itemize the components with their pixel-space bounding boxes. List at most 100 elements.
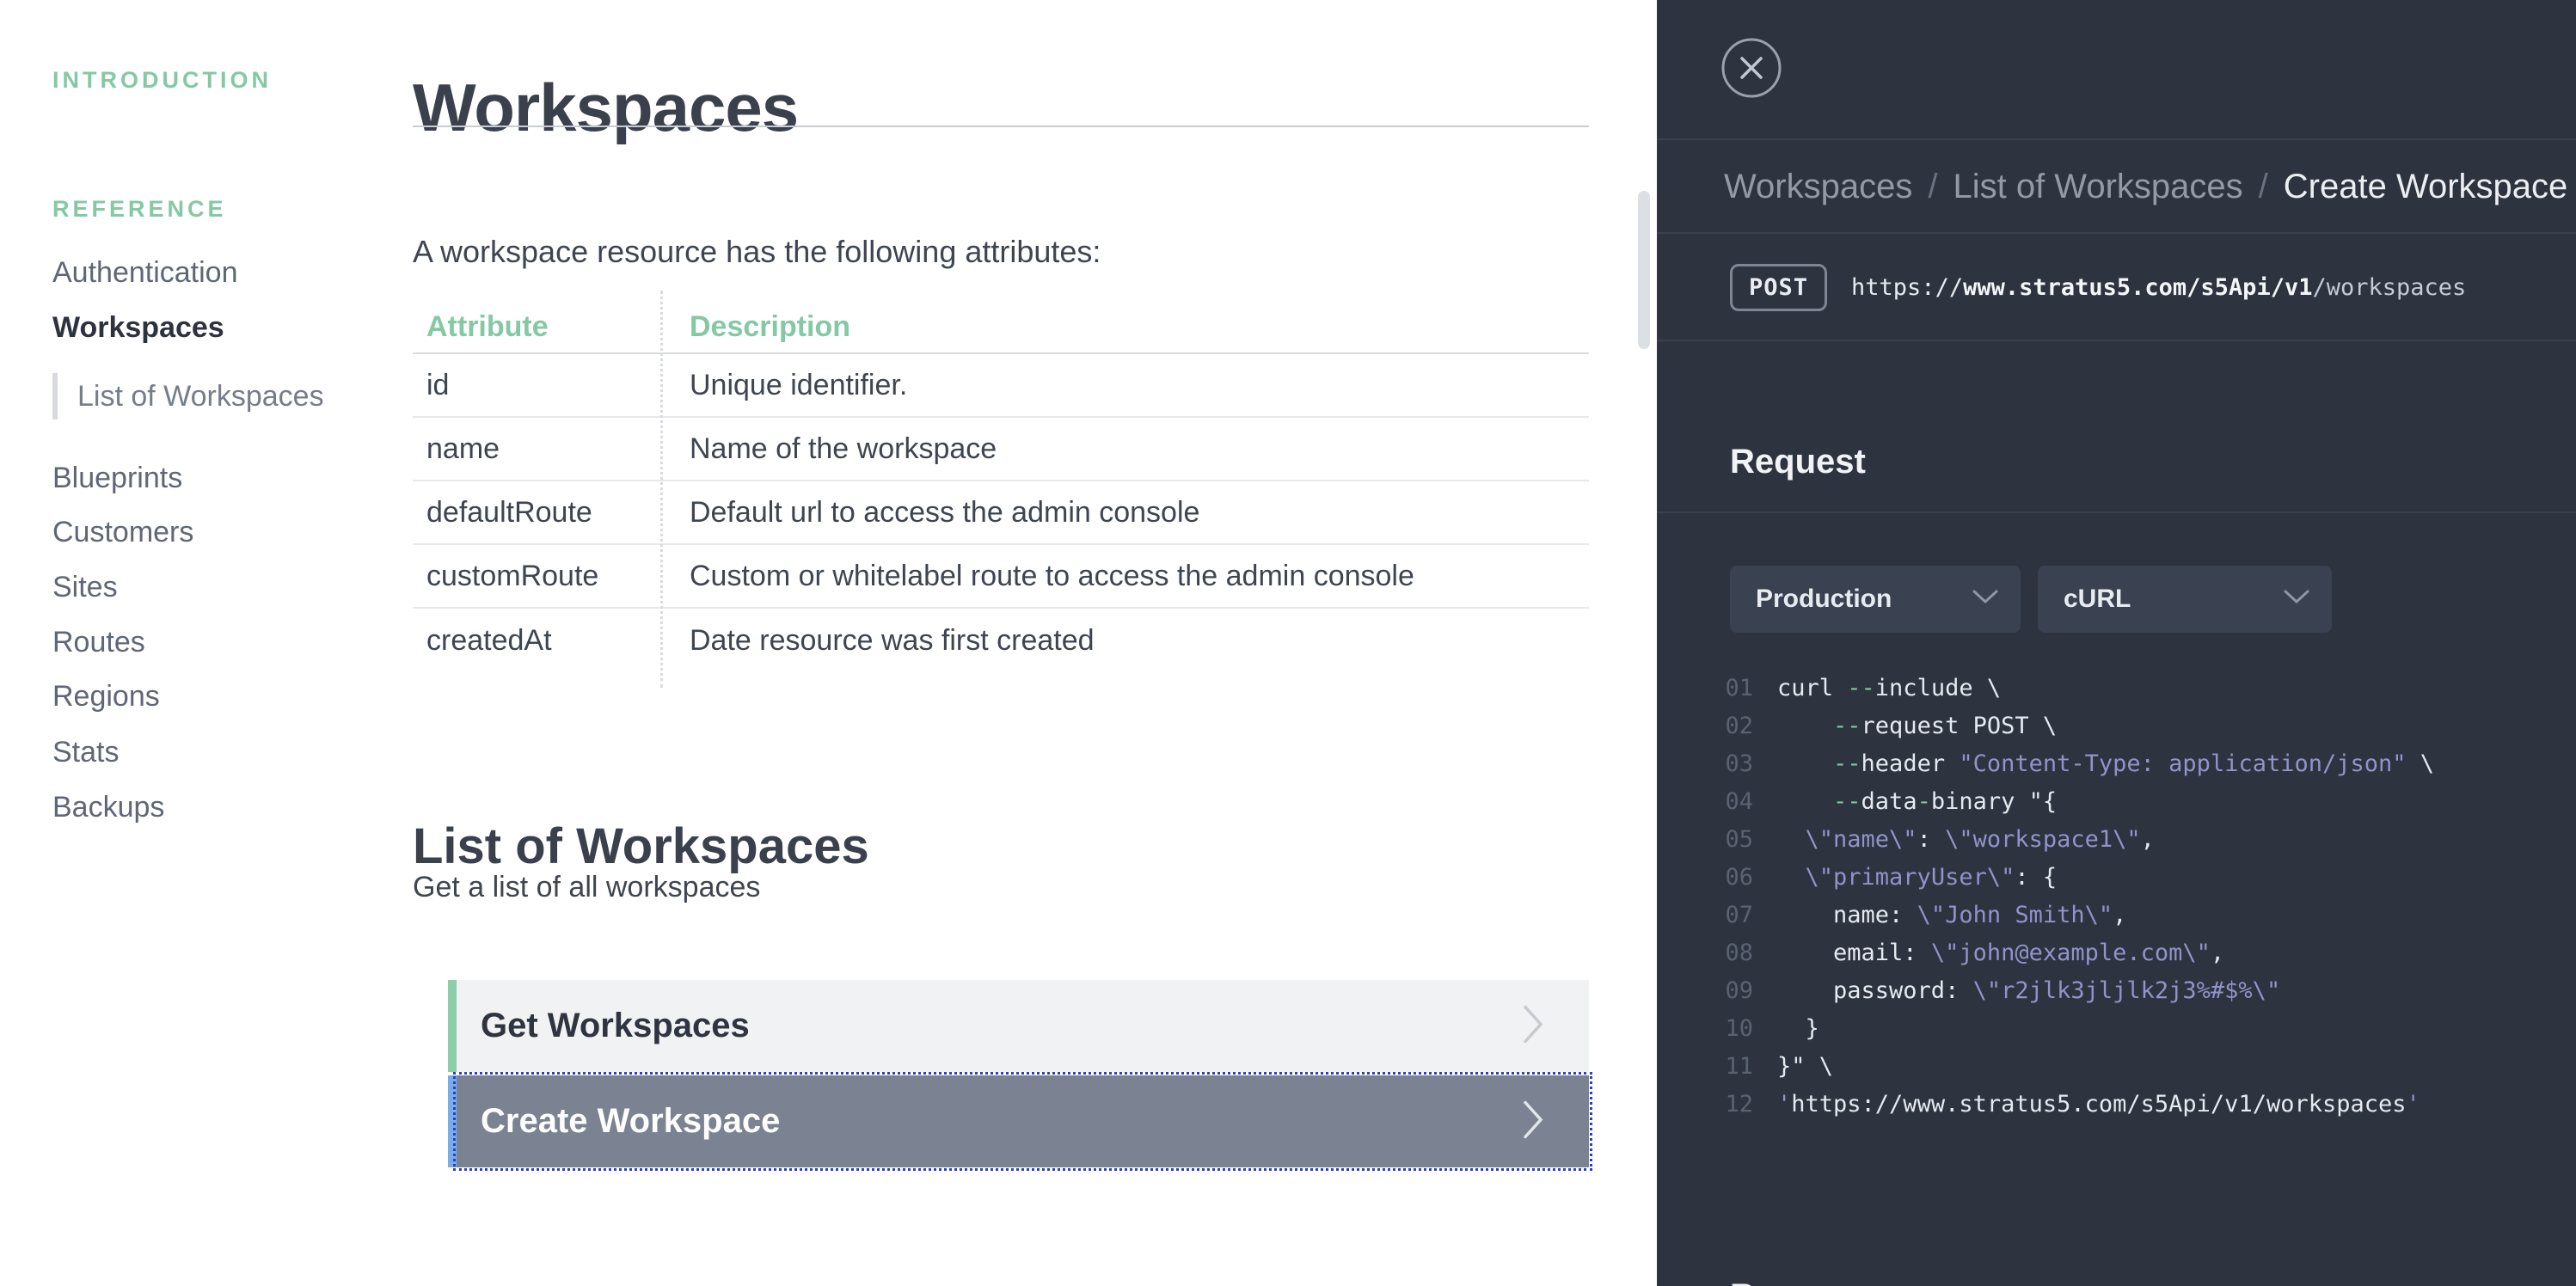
- url-resource: /workspaces: [2312, 274, 2466, 301]
- code-line: 12'https://www.stratus5.com/s5Api/v1/wor…: [1657, 1085, 2576, 1123]
- sidebar-item-authentication[interactable]: Authentication: [52, 254, 238, 291]
- attribute-desc: Unique identifier.: [675, 369, 1589, 402]
- chevron-down-icon: [1972, 590, 1998, 609]
- endpoint-url-row: POST https://www.stratus5.com/s5Api/v1/w…: [1657, 236, 2576, 341]
- breadcrumb-separator: /: [1928, 168, 1937, 206]
- code-line: 06 \"primaryUser\": {: [1657, 858, 2576, 896]
- code-text: --request POST \: [1777, 713, 2057, 739]
- sidebar-item-workspaces[interactable]: Workspaces: [52, 309, 224, 346]
- attribute-name: id: [413, 369, 675, 402]
- environment-dropdown[interactable]: Production: [1730, 566, 2021, 633]
- close-button[interactable]: [1720, 37, 1782, 99]
- sidebar-item-blueprints[interactable]: Blueprints: [52, 459, 182, 497]
- endpoint-create-workspace[interactable]: Create Workspace: [448, 1075, 1589, 1167]
- line-number: 09: [1657, 977, 1753, 1004]
- content-scrollbar-thumb[interactable]: [1638, 191, 1650, 349]
- code-text: --header "Content-Type: application/json…: [1777, 750, 2434, 777]
- code-line: 10 }: [1657, 1009, 2576, 1047]
- line-number: 05: [1657, 826, 1753, 853]
- sidebar-item-regions[interactable]: Regions: [52, 677, 160, 715]
- line-number: 07: [1657, 902, 1753, 928]
- code-line: 04 --data-binary "{: [1657, 782, 2576, 820]
- breadcrumb-list-of-workspaces[interactable]: List of Workspaces: [1953, 168, 2242, 206]
- attribute-desc: Default url to access the admin console: [675, 496, 1589, 530]
- table-header-description: Description: [675, 310, 1589, 344]
- line-number: 06: [1657, 864, 1753, 891]
- code-text: 'https://www.stratus5.com/s5Api/v1/works…: [1777, 1091, 2420, 1118]
- close-icon: [1720, 37, 1782, 99]
- code-text: email: \"john@example.com\",: [1777, 940, 2224, 966]
- sidebar-item-list-of-workspaces[interactable]: List of Workspaces: [77, 380, 324, 413]
- language-selected: cURL: [2064, 585, 2131, 614]
- code-text: }: [1777, 1015, 1819, 1042]
- attribute-desc: Name of the workspace: [675, 432, 1589, 466]
- url-scheme: https://: [1851, 274, 1963, 301]
- code-text: --data-binary "{: [1777, 788, 2057, 815]
- request-config: Production cURL: [1730, 566, 2332, 633]
- code-line: 11 }" \: [1657, 1047, 2576, 1085]
- sidebar-item-backups[interactable]: Backups: [52, 788, 164, 826]
- code-text: name: \"John Smith\",: [1777, 902, 2126, 928]
- breadcrumb-workspaces[interactable]: Workspaces: [1724, 168, 1912, 206]
- sidebar-section-reference: REFERENCE: [52, 196, 227, 223]
- line-number: 11: [1657, 1053, 1753, 1080]
- sidebar-subitem-wrap: List of Workspaces: [52, 373, 324, 419]
- breadcrumb-create-workspace: Create Workspace: [2284, 168, 2568, 206]
- code-line: 09 password: \"r2jlk3jljlk2j3%#$%\": [1657, 971, 2576, 1009]
- endpoint-list: Get Workspaces Create Workspace: [448, 980, 1589, 1167]
- section-subtitle: Get a list of all workspaces: [413, 871, 760, 904]
- endpoint-get-workspaces[interactable]: Get Workspaces: [448, 980, 1589, 1072]
- table-row: name Name of the workspace: [413, 418, 1589, 481]
- table-header-row: Attribute Description: [413, 301, 1589, 354]
- table-row: id Unique identifier.: [413, 354, 1589, 418]
- attribute-name: createdAt: [413, 624, 675, 658]
- attribute-name: defaultRoute: [413, 496, 675, 530]
- code-line: 01 curl --include \: [1657, 669, 2576, 707]
- chevron-down-icon: [2284, 590, 2309, 609]
- sidebar-item-routes[interactable]: Routes: [52, 623, 145, 661]
- table-row: defaultRoute Default url to access the a…: [413, 481, 1589, 545]
- response-heading: Response: [1730, 1277, 1894, 1286]
- table-column-divider: [660, 291, 663, 688]
- attribute-desc: Custom or whitelabel route to access the…: [675, 560, 1589, 593]
- code-block: 01curl --include \02 --request POST \03 …: [1657, 669, 2576, 1123]
- attribute-desc: Date resource was first created: [675, 624, 1589, 658]
- attributes-table: Attribute Description id Unique identifi…: [413, 301, 1589, 672]
- breadcrumb-separator: /: [2259, 168, 2268, 206]
- table-header-attribute: Attribute: [413, 310, 675, 344]
- code-text: \"name\": \"workspace1\",: [1777, 826, 2155, 853]
- code-text: password: \"r2jlk3jljlk2j3%#$%\": [1777, 977, 2280, 1004]
- line-number: 08: [1657, 940, 1753, 966]
- endpoint-label: Get Workspaces: [481, 1007, 750, 1045]
- intro-paragraph: A workspace resource has the following a…: [413, 234, 1101, 270]
- page-title: Workspaces: [413, 69, 798, 147]
- line-number: 01: [1657, 675, 1753, 701]
- http-method-badge: POST: [1730, 264, 1827, 311]
- sidebar-item-stats[interactable]: Stats: [52, 733, 119, 771]
- code-line: 07 name: \"John Smith\",: [1657, 896, 2576, 934]
- language-dropdown[interactable]: cURL: [2038, 566, 2332, 633]
- environment-selected: Production: [1756, 585, 1892, 614]
- code-line: 08 email: \"john@example.com\",: [1657, 934, 2576, 971]
- line-number: 02: [1657, 713, 1753, 739]
- api-docs-page: INTRODUCTION REFERENCE Authentication Wo…: [0, 0, 2576, 1286]
- line-number: 03: [1657, 750, 1753, 777]
- panel-top-bar: [1657, 0, 2576, 140]
- code-text: curl --include \: [1777, 675, 2001, 701]
- table-row: customRoute Custom or whitelabel route t…: [413, 545, 1589, 609]
- line-number: 10: [1657, 1015, 1753, 1042]
- table-row: createdAt Date resource was first create…: [413, 609, 1589, 672]
- url-host-path: www.stratus5.com/s5Api/v1: [1963, 274, 2312, 301]
- title-divider: [413, 126, 1589, 127]
- sidebar: INTRODUCTION REFERENCE Authentication Wo…: [0, 0, 413, 1286]
- request-heading: Request: [1730, 443, 1866, 481]
- section-title: List of Workspaces: [413, 818, 869, 875]
- code-text: \"primaryUser\": {: [1777, 864, 2057, 891]
- sidebar-item-customers[interactable]: Customers: [52, 513, 193, 551]
- endpoint-label: Create Workspace: [481, 1102, 780, 1141]
- code-line: 02 --request POST \: [1657, 707, 2576, 744]
- code-line: 05 \"name\": \"workspace1\",: [1657, 820, 2576, 858]
- attribute-name: name: [413, 432, 675, 466]
- code-text: }" \: [1777, 1053, 1833, 1080]
- sidebar-item-sites[interactable]: Sites: [52, 568, 118, 606]
